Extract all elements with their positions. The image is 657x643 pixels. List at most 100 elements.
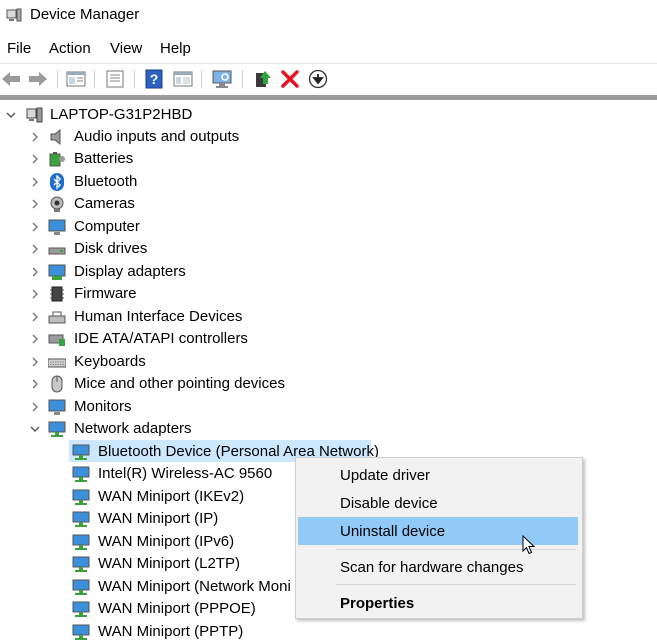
hid-icon xyxy=(48,311,66,324)
chevron-right-icon[interactable] xyxy=(29,220,41,234)
view-pane-icon[interactable] xyxy=(172,69,194,89)
chevron-right-icon[interactable] xyxy=(29,197,41,211)
category-label: Audio inputs and outputs xyxy=(74,128,240,145)
device-label: Intel(R) Wireless-AC 9560 xyxy=(98,465,273,482)
camera-icon xyxy=(50,196,64,212)
device-label: WAN Miniport (Network Moni xyxy=(98,578,291,595)
device-label: WAN Miniport (L2TP) xyxy=(98,555,240,572)
device-label: WAN Miniport (PPPOE) xyxy=(98,600,256,617)
tree-item-audio[interactable]: Audio inputs and outputs xyxy=(0,126,500,148)
download-circle-icon[interactable] xyxy=(307,69,329,89)
menu-file[interactable]: File xyxy=(7,40,31,57)
category-label: Monitors xyxy=(74,398,132,415)
tree-item-bluetooth[interactable]: Bluetooth xyxy=(0,171,500,193)
menu-item-scan-hardware[interactable]: Scan for hardware changes xyxy=(298,553,578,581)
category-label: Display adapters xyxy=(74,263,186,280)
menu-action[interactable]: Action xyxy=(49,40,91,57)
chevron-right-icon[interactable] xyxy=(29,377,41,391)
monitor-icon xyxy=(48,399,66,415)
chevron-right-icon[interactable] xyxy=(29,265,41,279)
chevron-right-icon[interactable] xyxy=(29,242,41,256)
menu-bar: File Action View Help xyxy=(0,36,657,62)
tree-item-display-adapters[interactable]: Display adapters xyxy=(0,261,500,283)
device-label: WAN Miniport (IKEv2) xyxy=(98,488,245,505)
network-adapter-icon xyxy=(72,601,90,617)
tree-item-wan-pptp[interactable]: WAN Miniport (PPTP) xyxy=(0,621,500,643)
network-adapter-icon xyxy=(72,466,90,482)
chevron-right-icon[interactable] xyxy=(29,130,41,144)
menu-item-properties[interactable]: Properties xyxy=(298,589,578,617)
chevron-right-icon[interactable] xyxy=(29,175,41,189)
keyboard-icon xyxy=(48,358,66,368)
chevron-right-icon[interactable] xyxy=(29,310,41,324)
network-adapter-icon xyxy=(48,421,66,437)
speaker-icon xyxy=(50,128,61,146)
menu-help[interactable]: Help xyxy=(160,40,191,57)
properties-icon[interactable] xyxy=(65,69,87,89)
tree-root[interactable]: LAPTOP-G31P2HBD xyxy=(0,104,400,126)
properties-sheet-icon[interactable] xyxy=(104,69,126,89)
chevron-right-icon[interactable] xyxy=(29,400,41,414)
tree-item-mice[interactable]: Mice and other pointing devices xyxy=(0,373,500,395)
network-adapter-icon xyxy=(72,489,90,505)
toolbar: ? xyxy=(0,63,657,94)
category-label: Cameras xyxy=(74,195,135,212)
network-adapter-icon xyxy=(72,556,90,572)
menu-item-update-driver[interactable]: Update driver xyxy=(298,461,578,489)
category-label: Firmware xyxy=(74,285,137,302)
chevron-right-icon[interactable] xyxy=(29,332,41,346)
category-label: Computer xyxy=(74,218,140,235)
network-adapter-icon xyxy=(72,624,90,640)
scan-monitor-icon[interactable] xyxy=(211,69,233,89)
display-adapter-icon xyxy=(48,264,66,280)
chevron-right-icon[interactable] xyxy=(29,355,41,369)
update-driver-icon[interactable] xyxy=(252,69,274,89)
tree-item-network-adapters[interactable]: Network adapters xyxy=(0,418,500,440)
chevron-right-icon[interactable] xyxy=(29,287,41,301)
bluetooth-icon xyxy=(50,173,64,191)
chevron-right-icon[interactable] xyxy=(29,152,41,166)
menu-item-label: Properties xyxy=(340,595,415,612)
network-adapter-icon xyxy=(72,511,90,527)
device-label: WAN Miniport (IPv6) xyxy=(98,533,235,550)
network-adapter-icon xyxy=(72,444,90,460)
menu-item-label: Disable device xyxy=(340,495,438,512)
chevron-down-icon[interactable] xyxy=(5,108,17,122)
category-label: IDE ATA/ATAPI controllers xyxy=(74,330,248,347)
tree-item-cameras[interactable]: Cameras xyxy=(0,193,500,215)
menu-item-label: Uninstall device xyxy=(340,523,446,540)
mouse-cursor-icon xyxy=(522,535,536,555)
category-label: Batteries xyxy=(74,150,134,167)
back-arrow-icon[interactable] xyxy=(0,69,22,89)
tree-root-label: LAPTOP-G31P2HBD xyxy=(50,106,193,123)
tree-item-keyboards[interactable]: Keyboards xyxy=(0,351,500,373)
menu-separator xyxy=(336,549,576,550)
tree-item-ide[interactable]: IDE ATA/ATAPI controllers xyxy=(0,328,500,350)
menu-item-disable-device[interactable]: Disable device xyxy=(298,489,578,517)
category-label: Bluetooth xyxy=(74,173,138,190)
computer-icon xyxy=(48,219,66,235)
tree-item-disk-drives[interactable]: Disk drives xyxy=(0,238,500,260)
menu-item-uninstall-device[interactable]: Uninstall device xyxy=(298,517,578,545)
tree-item-monitors[interactable]: Monitors xyxy=(0,396,500,418)
menu-item-label: Scan for hardware changes xyxy=(340,559,524,576)
help-icon[interactable]: ? xyxy=(143,69,165,89)
category-label: Disk drives xyxy=(74,240,148,257)
device-manager-icon xyxy=(6,8,22,22)
category-label: Human Interface Devices xyxy=(74,308,243,325)
menu-item-label: Update driver xyxy=(340,467,431,484)
ide-controller-icon xyxy=(48,334,65,346)
menu-view[interactable]: View xyxy=(110,40,142,57)
tree-item-batteries[interactable]: Batteries xyxy=(0,148,500,170)
battery-icon xyxy=(49,152,65,167)
tree-item-firmware[interactable]: Firmware xyxy=(0,283,500,305)
tree-item-computer[interactable]: Computer xyxy=(0,216,500,238)
tree-item-hid[interactable]: Human Interface Devices xyxy=(0,306,500,328)
chevron-down-icon[interactable] xyxy=(29,422,41,436)
svg-text:?: ? xyxy=(150,71,159,87)
context-menu: Update driver Disable device Uninstall d… xyxy=(295,457,583,619)
uninstall-x-icon[interactable] xyxy=(279,69,301,89)
laptop-icon xyxy=(26,107,43,123)
forward-arrow-icon[interactable] xyxy=(27,69,49,89)
disk-drive-icon xyxy=(48,247,66,255)
